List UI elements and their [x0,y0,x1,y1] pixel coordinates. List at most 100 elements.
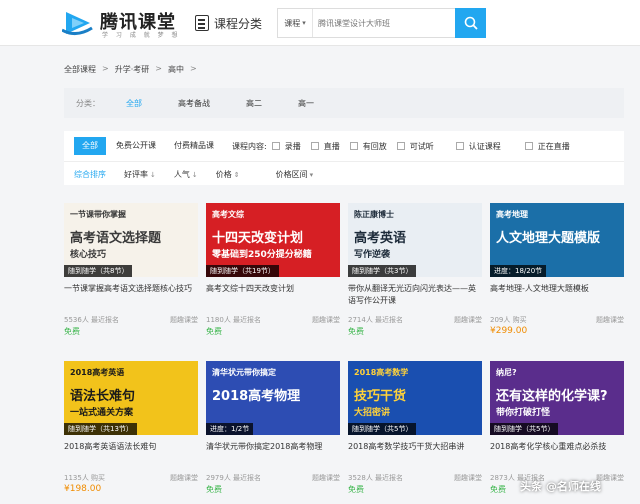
divider [64,161,624,162]
course-thumbnail[interactable]: 2018高考英语 语法长难句 一站式通关方案 随到随学（共13节） [64,361,198,435]
logo[interactable]: 腾讯课堂 学 习 成 就 梦 想 [62,6,182,40]
thumb-text-2: 高考英语 [354,231,407,246]
checkbox-icon [455,142,464,150]
enroll-count: 1180人 最近报名 [206,316,262,324]
checkbox-label: 录播 [284,141,301,151]
thumb-text-2: 还有这样的化学课? [496,389,608,404]
course-title[interactable]: 带你从翻译无光迈向闪光表达——英语写作公开课 [348,283,482,307]
course-card[interactable]: 2018高考英语 语法长难句 一站式通关方案 随到随学（共13节） 2018高考英语语法… [64,361,198,499]
thumb-text-2: 高考语文选择题 [70,231,162,246]
course-title[interactable]: 2018高考英语语法长难句 [64,441,198,453]
chevron-right-icon: > [189,64,197,73]
course-thumbnail[interactable]: 高考文综 十四天改变计划 零基础到250分提分秘籍 随到随学（共19节） [206,203,340,277]
checkbox-live-now[interactable]: 正在直播 [524,141,570,152]
course-thumbnail[interactable]: 清华状元带你搞定 2018高考物理 进度：1/2节 [206,361,340,435]
breadcrumb-highschool[interactable]: 高中 [168,64,184,75]
course-card[interactable]: 2018高考数学 技巧干货 大招密讲 随到随学（共5节） 2018高考数学技巧干货大招串… [348,361,482,499]
logo-slogan: 学 习 成 就 梦 想 [102,32,181,39]
search-input[interactable] [318,9,458,37]
org-name[interactable]: 题趣课堂 [596,315,624,325]
org-name[interactable]: 题趣课堂 [170,473,198,483]
course-price: 免费 [206,485,222,494]
search-button[interactable] [455,8,486,38]
thumb-text-1: 陈正康博士 [354,210,394,219]
thumb-text-1: 2018高考英语 [70,368,125,377]
sort-price[interactable]: 价格 ⇕ [216,169,240,180]
course-thumbnail[interactable]: 2018高考数学 技巧干货 大招密讲 随到随学（共5节） [348,361,482,435]
course-progress-strip: 随到随学（共5节） [490,423,559,435]
course-category-nav[interactable]: 课程分类 [195,13,262,33]
course-price: 免费 [348,485,364,494]
course-title[interactable]: 一节课掌握高考语文选择题核心技巧 [64,283,198,295]
search-type-select[interactable]: 课程 [278,9,313,37]
category-all[interactable]: 全部 [126,98,142,109]
course-title[interactable]: 清华状元带你搞定2018高考物理 [206,441,340,453]
checkbox-certified[interactable]: 认证课程 [455,141,501,152]
sort-label: 价格区间 [275,169,308,179]
checkbox-label: 可试听 [409,141,434,151]
course-thumbnail[interactable]: 一节课带你掌握 高考语文选择题 核心技巧 随到随学（共8节） [64,203,198,277]
breadcrumb-exam[interactable]: 升学·考研 [115,64,150,75]
org-name[interactable]: 题趣课堂 [312,473,340,483]
course-price: ¥198.00 [64,484,102,494]
enroll-count: 2714人 最近报名 [348,316,404,324]
course-thumbnail[interactable]: 纳尼? 还有这样的化学课? 带你打破打怪 随到随学（共5节） [490,361,624,435]
course-thumbnail[interactable]: 陈正康博士 高考英语 写作逆袭 随到随学（共3节） [348,203,482,277]
course-meta: 209人 购买 题趣课堂 [490,315,624,325]
course-title[interactable]: 2018高考数学技巧干货大招串讲 [348,441,482,453]
sort-popularity[interactable]: 人气 ↓ [174,169,198,180]
org-name[interactable]: 题趣课堂 [454,473,482,483]
thumb-text-3: 写作逆袭 [354,250,391,260]
sort-rating[interactable]: 好评率 ↓ [124,169,156,180]
checkbox-recorded[interactable]: 录播 [271,141,301,152]
thumb-text-1: 2018高考数学 [354,368,409,377]
sort-label: 价格 [215,169,232,179]
course-card[interactable]: 高考文综 十四天改变计划 零基础到250分提分秘籍 随到随学（共19节） 高考文综十四天… [206,203,340,341]
course-progress-strip: 进度：18/20节 [490,265,547,277]
search-icon [464,16,478,30]
enroll-count: 5536人 最近报名 [64,316,120,324]
category-grade1[interactable]: 高一 [298,98,314,109]
thumb-text-3: 零基础到250分提分秘籍 [212,250,312,260]
breadcrumb-all-courses[interactable]: 全部课程 [64,64,96,75]
sort-label: 人气 [173,169,190,179]
thumb-text-2: 技巧干货 [354,389,407,404]
list-icon [195,15,209,31]
course-card[interactable]: 高考地理 人文地理大题模版 进度：18/20节 高考地理-人文地理大题模板 209人 购… [490,203,624,341]
thumb-text-3: 核心技巧 [70,250,107,260]
course-card[interactable]: 陈正康博士 高考英语 写作逆袭 随到随学（共3节） 带你从翻译无光迈向闪光表达——英语写… [348,203,482,341]
course-card[interactable]: 清华状元带你搞定 2018高考物理 进度：1/2节清华状元带你搞定2018高考物理 2… [206,361,340,499]
thumb-text-1: 一节课带你掌握 [70,210,126,219]
thumb-text-2: 人文地理大题模版 [496,231,601,246]
course-price: 免费 [490,485,506,494]
checkbox-trial[interactable]: 可试听 [396,141,434,152]
watermark: 头条 @名师在线 [520,478,601,494]
course-thumbnail[interactable]: 高考地理 人文地理大题模版 进度：18/20节 [490,203,624,277]
checkbox-replay[interactable]: 有回放 [349,141,387,152]
thumb-text-3: 一站式通关方案 [70,408,134,418]
category-grade2[interactable]: 高二 [246,98,262,109]
tab-paid[interactable]: 付费精品课 [166,137,222,155]
checkbox-label: 有回放 [362,141,387,151]
price-range-dropdown[interactable]: 价格区间 ▾ [276,169,314,180]
enroll-count: 2979人 最近报名 [206,474,262,482]
org-name[interactable]: 题趣课堂 [454,315,482,325]
sort-default[interactable]: 综合排序 [74,169,106,180]
arrow-down-icon: ↓ [191,170,198,179]
course-title[interactable]: 高考文综十四天改变计划 [206,283,340,295]
tab-all[interactable]: 全部 [74,137,106,155]
org-name[interactable]: 题趣课堂 [312,315,340,325]
search-bar: 课程 [277,8,486,38]
sort-label: 综合排序 [74,169,106,179]
course-meta: 3528人 最近报名 题趣课堂 [348,473,482,483]
course-title[interactable]: 2018高考化学核心重难点必杀技 [490,441,624,453]
arrow-down-icon: ↓ [150,170,156,179]
category-gaokao[interactable]: 高考备战 [178,98,210,109]
checkbox-live[interactable]: 直播 [310,141,340,152]
course-title[interactable]: 高考地理-人文地理大题模板 [490,283,624,295]
tab-free[interactable]: 免费公开课 [108,137,164,155]
course-price: 免费 [348,327,364,336]
org-name[interactable]: 题趣课堂 [170,315,198,325]
course-card[interactable]: 一节课带你掌握 高考语文选择题 核心技巧 随到随学（共8节） 一节课掌握高考语文选择题核… [64,203,198,341]
thumb-text-3: 带你打破打怪 [496,408,551,418]
